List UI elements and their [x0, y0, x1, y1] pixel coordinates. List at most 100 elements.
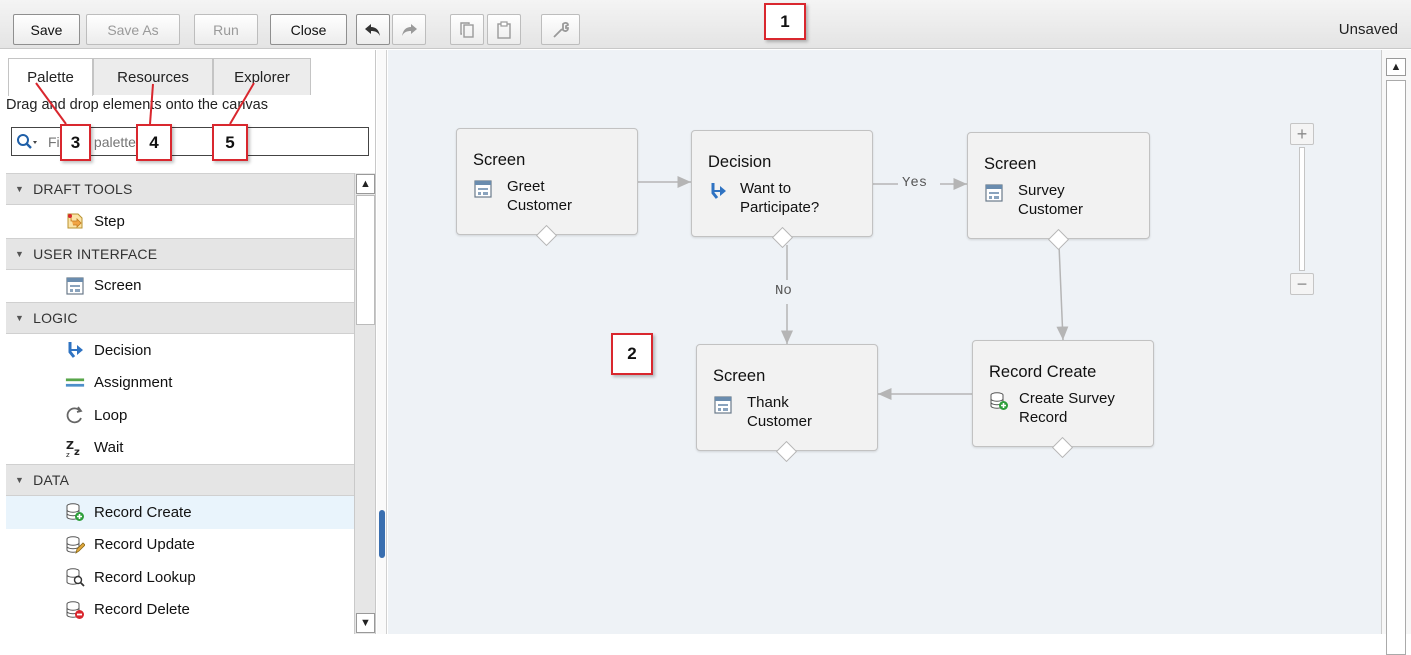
palette-item-label: Record Lookup: [94, 568, 196, 586]
zoom-in-button[interactable]: +: [1290, 123, 1314, 145]
section-title: DATA: [33, 472, 70, 488]
close-button[interactable]: Close: [270, 14, 347, 45]
callout-4: 4: [136, 124, 172, 161]
tab-palette[interactable]: Palette: [8, 58, 93, 96]
tab-resources[interactable]: Resources: [93, 58, 213, 95]
screen-icon: [713, 395, 733, 415]
flow-node-create-survey-record[interactable]: Record Create Create Survey Record: [972, 340, 1154, 447]
section-draft-tools[interactable]: ▼ DRAFT TOOLS: [6, 173, 354, 205]
run-button[interactable]: Run: [194, 14, 258, 45]
search-input[interactable]: [46, 132, 346, 151]
section-title: DRAFT TOOLS: [33, 181, 133, 197]
wait-icon: Zzz: [65, 438, 85, 458]
screen-icon: [984, 183, 1004, 203]
palette-item-record-update[interactable]: Record Update: [6, 529, 354, 562]
scroll-thumb[interactable]: [356, 195, 375, 325]
node-name-label: Greet Customer: [507, 178, 573, 214]
save-button[interactable]: Save: [13, 14, 80, 45]
tab-explorer[interactable]: Explorer: [213, 58, 311, 95]
flow-node-thank-customer[interactable]: Screen Thank Customer: [696, 344, 878, 451]
scroll-up-icon[interactable]: ▲: [356, 174, 375, 194]
palette-instructions: Drag and drop elements onto the canvas: [6, 97, 268, 113]
node-type-label: Decision: [708, 153, 772, 171]
palette-item-assignment[interactable]: Assignment: [6, 367, 354, 400]
properties-button[interactable]: [541, 14, 580, 45]
zoom-slider-track[interactable]: [1299, 147, 1305, 271]
scroll-up-icon[interactable]: ▲: [1386, 58, 1406, 76]
step-icon: [65, 211, 85, 231]
wrench-icon: [551, 20, 571, 40]
record-create-icon: [65, 502, 85, 522]
undo-icon: [363, 21, 383, 39]
palette-item-label: Step: [94, 212, 125, 230]
zoom-out-button[interactable]: −: [1290, 273, 1314, 295]
node-name-label: Want to Participate?: [740, 180, 820, 216]
flow-node-want-to-participate[interactable]: Decision Want to Participate?: [691, 130, 873, 237]
panel-splitter[interactable]: [377, 50, 387, 634]
redo-button[interactable]: [392, 14, 426, 45]
save-status: Unsaved: [1338, 21, 1398, 38]
palette-item-label: Loop: [94, 406, 128, 424]
scroll-down-icon[interactable]: ▼: [356, 613, 375, 633]
record-create-icon: [989, 391, 1009, 411]
palette-item-label: Record Create: [94, 503, 192, 521]
palette-item-record-lookup[interactable]: Record Lookup: [6, 561, 354, 594]
undo-button[interactable]: [356, 14, 390, 45]
palette-item-loop[interactable]: Loop: [6, 399, 354, 432]
palette-item-record-delete[interactable]: Record Delete: [6, 594, 354, 627]
toolbar: Save Save As Run Close Unsaved: [0, 0, 1411, 49]
node-name-label: Thank Customer: [747, 394, 813, 430]
caret-down-icon: ▼: [15, 184, 25, 194]
palette-item-screen[interactable]: Screen: [6, 270, 354, 303]
palette-item-label: Record Delete: [94, 601, 190, 619]
callout-5: 5: [212, 124, 248, 161]
assignment-icon: [65, 373, 85, 393]
section-title: LOGIC: [33, 310, 78, 326]
palette-item-label: Wait: [94, 439, 124, 457]
palette-item-step[interactable]: Step: [6, 205, 354, 238]
redo-icon: [399, 21, 419, 39]
flow-node-survey-customer[interactable]: Screen Survey Customer: [967, 132, 1150, 239]
decision-icon: [65, 340, 85, 360]
palette-item-record-create[interactable]: Record Create: [6, 496, 354, 529]
palette-item-decision[interactable]: Decision: [6, 334, 354, 367]
section-user-interface[interactable]: ▼ USER INTERFACE: [6, 237, 354, 270]
section-data[interactable]: ▼ DATA: [6, 464, 354, 496]
node-name-label: Create Survey Record: [1019, 390, 1115, 426]
node-type-label: Record Create: [989, 363, 1097, 381]
node-name-label: Survey Customer: [1018, 182, 1084, 218]
paste-icon: [495, 20, 513, 40]
splitter-grip[interactable]: [379, 510, 385, 558]
palette-scrollbar[interactable]: ▲ ▼: [354, 173, 375, 634]
palette-item-label: Record Update: [94, 536, 195, 554]
connector-label-yes: Yes: [902, 175, 928, 191]
left-panel: Palette Resources Explorer Drag and drop…: [0, 50, 376, 634]
palette-item-label: Decision: [94, 341, 152, 359]
node-type-label: Screen: [713, 367, 766, 385]
screen-icon: [65, 276, 85, 296]
caret-down-icon: ▼: [15, 248, 25, 259]
connector-label-no: No: [775, 283, 792, 299]
palette-list: ▼ DRAFT TOOLS Step ▼ USER INTERFACE Scre…: [6, 173, 354, 634]
flow-node-greet-customer[interactable]: Screen Greet Customer: [456, 128, 638, 235]
node-type-label: Screen: [473, 151, 526, 169]
search-icon[interactable]: [12, 128, 42, 155]
node-type-label: Screen: [984, 155, 1037, 173]
canvas-scrollbar[interactable]: ▲: [1381, 50, 1411, 655]
callout-3: 3: [60, 124, 91, 161]
svg-text:z: z: [74, 447, 80, 458]
paste-button[interactable]: [487, 14, 521, 45]
scroll-thumb[interactable]: [1386, 80, 1406, 655]
save-as-button[interactable]: Save As: [86, 14, 180, 45]
callout-1: 1: [764, 3, 806, 40]
caret-down-icon: ▼: [15, 313, 25, 323]
screen-icon: [473, 179, 493, 199]
palette-item-label: Assignment: [94, 374, 173, 392]
zoom-control: + −: [1290, 123, 1314, 295]
palette-item-wait[interactable]: Zzz Wait: [6, 432, 354, 465]
section-title: USER INTERFACE: [33, 245, 158, 262]
svg-text:z: z: [66, 451, 70, 458]
record-delete-icon: [65, 600, 85, 620]
section-logic[interactable]: ▼ LOGIC: [6, 302, 354, 334]
copy-button[interactable]: [450, 14, 484, 45]
